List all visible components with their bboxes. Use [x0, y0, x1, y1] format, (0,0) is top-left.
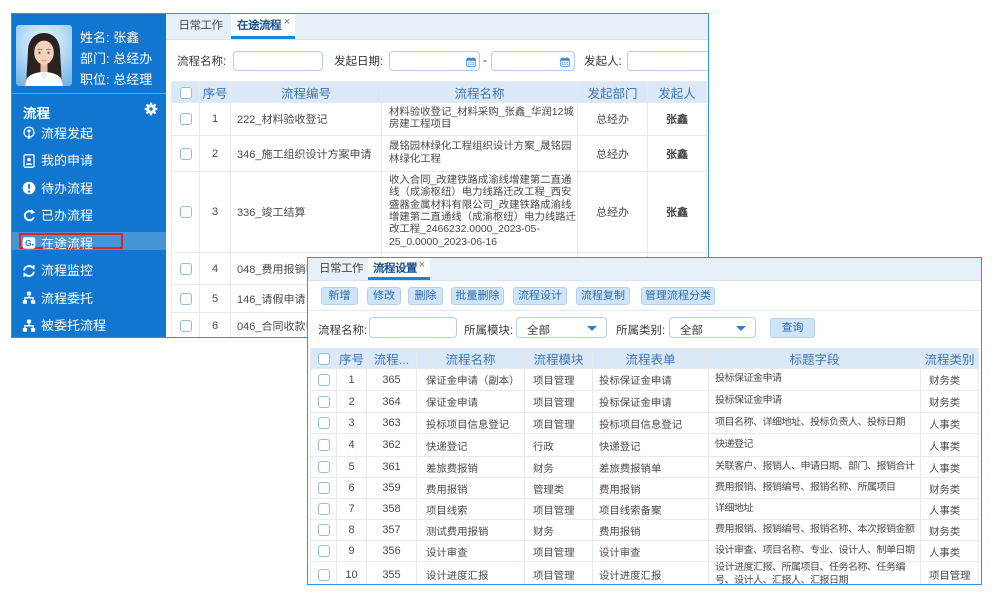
svg-text:G: G: [25, 238, 32, 248]
